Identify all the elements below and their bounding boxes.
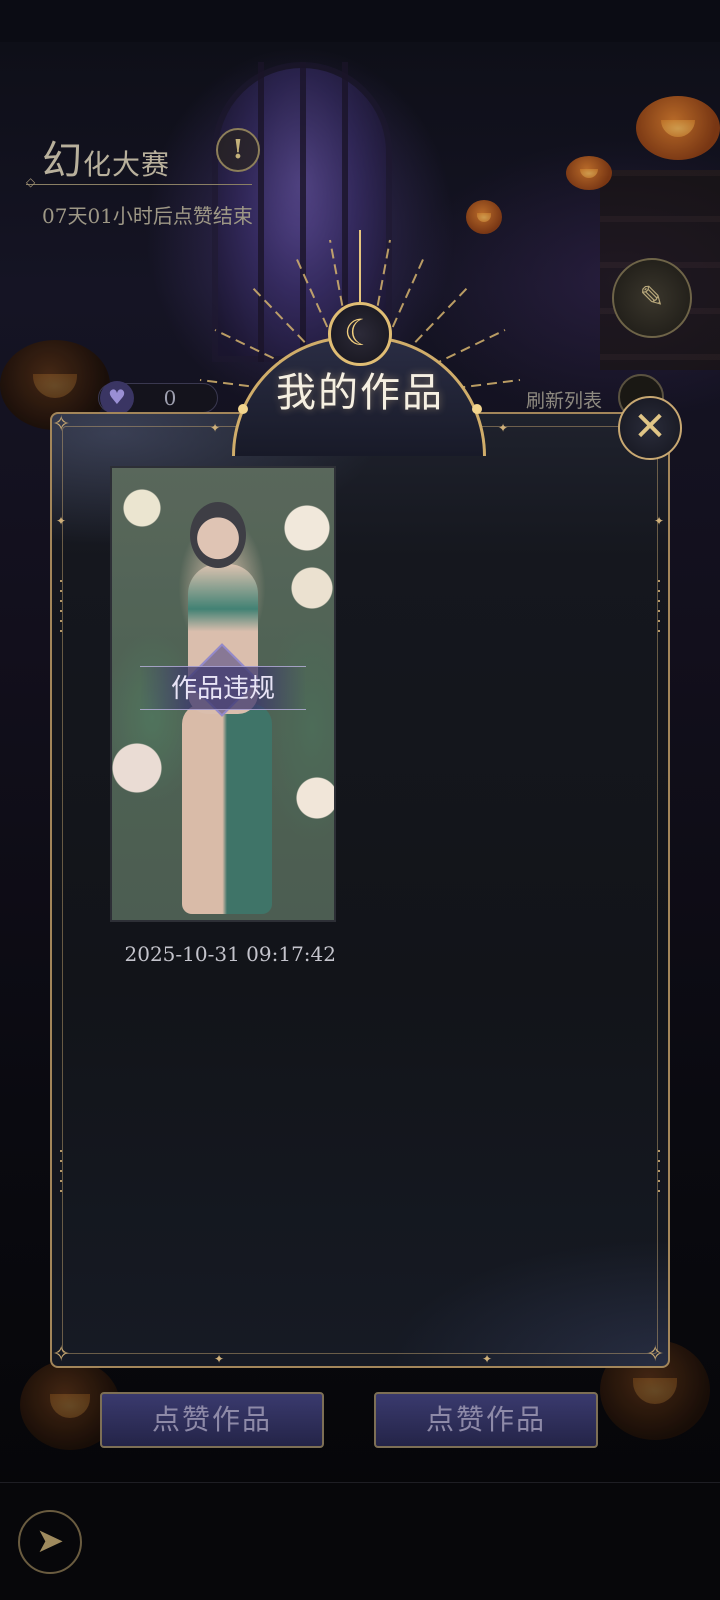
sparkle-ornament: ✦ [210,421,221,435]
close-icon[interactable]: ✕ [618,396,682,460]
work-card[interactable]: 作品违规 [110,466,336,922]
sparkle-ornament: ✦ [654,514,665,528]
work-date: 2025-10-31 09:17:42 [124,942,337,966]
contest-title: 幻化大赛 [42,128,170,186]
title-divider [26,175,252,189]
violation-status-badge: 作品违规 [140,666,306,710]
contest-title-rest: 化大赛 [83,148,171,181]
corner-ornament: ✧ [52,412,71,437]
edge-dots [658,1150,660,1200]
sparkle-ornament: ✦ [482,1352,493,1366]
corner-ornament: ✧ [52,1342,71,1367]
edge-dots [60,1150,62,1200]
status-bar [0,0,720,42]
quill-icon[interactable]: ✎ [612,258,692,338]
bottom-panel [0,1482,720,1600]
edge-dots [60,580,62,640]
back-arrow-icon[interactable]: ➤ [18,1510,82,1574]
modal-title: 我的作品 [276,370,444,416]
moon-icon: ☾ [328,302,392,366]
like-work-button[interactable]: 点赞作品 [374,1392,598,1448]
corner-ornament: ✧ [646,1342,665,1367]
info-icon[interactable]: ! [216,128,260,172]
like-work-button[interactable]: 点赞作品 [100,1392,324,1448]
countdown-text: 07天01小时后点赞结束 [42,204,253,228]
contest-title-first-char: 幻 [42,138,83,184]
sparkle-ornament: ✦ [56,514,67,528]
sparkle-ornament: ✦ [214,1352,225,1366]
sparkle-ornament: ✦ [498,421,509,435]
pumpkin-decoration [466,200,502,234]
pumpkin-decoration [636,96,720,160]
edge-dots [658,580,660,640]
pumpkin-decoration [566,156,612,190]
heart-icon: ♥ [100,381,134,415]
